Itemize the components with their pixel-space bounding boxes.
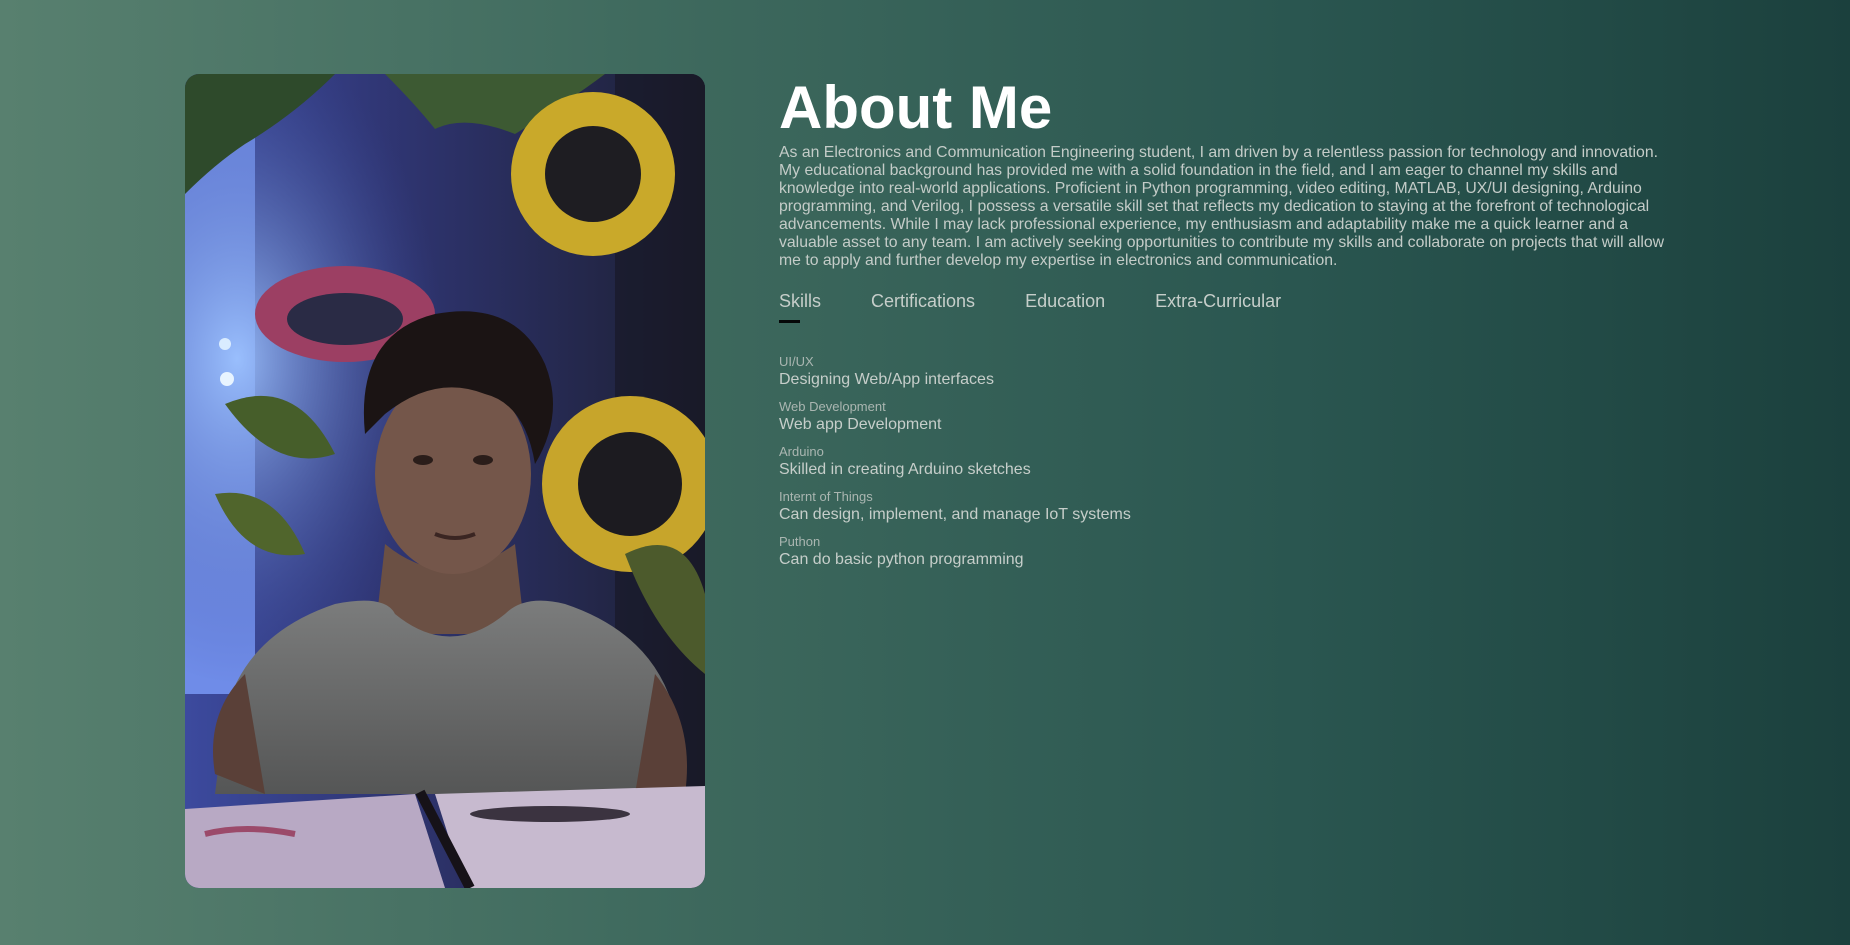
skill-description: Web app Development <box>779 416 942 433</box>
skill-name: Internt of Things <box>779 489 873 504</box>
profile-photo <box>185 74 705 888</box>
skill-item-python: Puthon Can do basic python programming <box>779 534 1679 569</box>
skill-item-uiux: UI/UX Designing Web/App interfaces <box>779 354 1679 389</box>
skill-name: Arduino <box>779 444 824 459</box>
skill-description: Can do basic python programming <box>779 551 1024 568</box>
skills-list: UI/UX Designing Web/App interfaces Web D… <box>779 354 1679 569</box>
skill-item-iot: Internt of Things Can design, implement,… <box>779 489 1679 524</box>
about-section: About Me As an Electronics and Communica… <box>779 74 1679 579</box>
tab-bar: Skills Certifications Education Extra-Cu… <box>779 290 1679 323</box>
skill-name: UI/UX <box>779 354 814 369</box>
skill-description: Skilled in creating Arduino sketches <box>779 461 1031 478</box>
tab-education[interactable]: Education <box>1025 290 1105 322</box>
skill-description: Can design, implement, and manage IoT sy… <box>779 506 1131 523</box>
tab-skills[interactable]: Skills <box>779 290 821 323</box>
tab-certifications[interactable]: Certifications <box>871 290 975 322</box>
skill-description: Designing Web/App interfaces <box>779 371 994 388</box>
tab-extra-curricular[interactable]: Extra-Curricular <box>1155 290 1281 322</box>
about-description: As an Electronics and Communication Engi… <box>779 144 1665 269</box>
skill-name: Web Development <box>779 399 886 414</box>
skill-item-web-development: Web Development Web app Development <box>779 399 1679 434</box>
skill-name: Puthon <box>779 534 821 549</box>
page-title: About Me <box>779 74 1053 141</box>
skill-item-arduino: Arduino Skilled in creating Arduino sket… <box>779 444 1679 479</box>
